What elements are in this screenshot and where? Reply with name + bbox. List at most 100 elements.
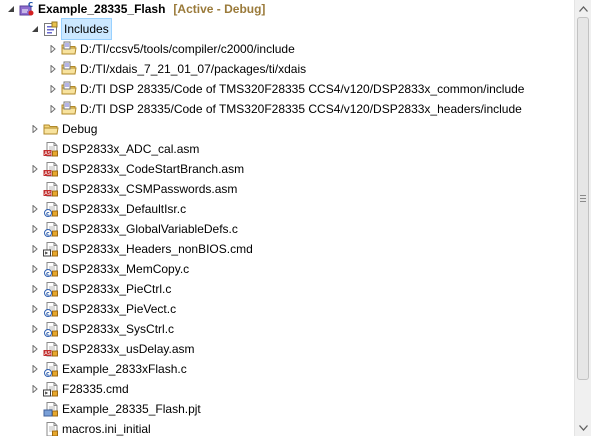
- include-path-label[interactable]: D:/TI DSP 28335/Code of TMS320F28335 CCS…: [80, 99, 522, 119]
- file-name[interactable]: DSP2833x_ADC_cal.asm: [62, 139, 199, 159]
- c-source-file-icon: c: [43, 361, 59, 377]
- file-name[interactable]: DSP2833x_DefaultIsr.c: [62, 199, 186, 219]
- svg-text:c: c: [46, 230, 50, 237]
- file-name[interactable]: Example_2833xFlash.c: [62, 359, 187, 379]
- ccs-project-icon: C: [19, 1, 35, 17]
- file-row[interactable]: c Example_2833xFlash.c: [30, 359, 187, 379]
- file-name[interactable]: Example_28335_Flash.pjt: [62, 399, 201, 419]
- file-row[interactable]: F28335.cmd: [30, 379, 129, 399]
- no-arrow-spacer: [30, 145, 39, 154]
- collapse-arrow-icon[interactable]: [30, 25, 39, 34]
- debug-folder-label[interactable]: Debug: [62, 119, 97, 139]
- expand-arrow-icon[interactable]: [30, 385, 39, 394]
- include-path-row[interactable]: D:/TI/ccsv5/tools/compiler/c2000/include: [48, 39, 295, 59]
- c-source-file-icon: c: [43, 281, 59, 297]
- linker-cmd-file-icon: [43, 241, 59, 257]
- include-path-row[interactable]: D:/TI DSP 28335/Code of TMS320F28335 CCS…: [48, 79, 524, 99]
- svg-text:c: c: [46, 290, 50, 297]
- include-path-label[interactable]: D:/TI DSP 28335/Code of TMS320F28335 CCS…: [80, 79, 524, 99]
- file-row[interactable]: AS DSP2833x_usDelay.asm: [30, 339, 195, 359]
- project-name[interactable]: Example_28335_Flash: [38, 0, 165, 19]
- asm-file-icon: AS: [43, 141, 59, 157]
- folder-icon: [43, 121, 59, 137]
- expand-arrow-icon[interactable]: [30, 225, 39, 234]
- asm-file-icon: AS: [43, 161, 59, 177]
- svg-text:AS: AS: [44, 351, 51, 357]
- scroll-up-arrow-icon[interactable]: [575, 0, 591, 17]
- include-folder-icon: [61, 101, 77, 117]
- file-name[interactable]: DSP2833x_CodeStartBranch.asm: [62, 159, 244, 179]
- svg-text:c: c: [46, 370, 50, 377]
- include-path-row[interactable]: D:/TI DSP 28335/Code of TMS320F28335 CCS…: [48, 99, 522, 119]
- include-folder-icon: [61, 81, 77, 97]
- svg-text:c: c: [46, 210, 50, 217]
- file-name[interactable]: F28335.cmd: [62, 379, 129, 399]
- expand-arrow-icon[interactable]: [30, 305, 39, 314]
- svg-text:c: c: [46, 270, 50, 277]
- expand-arrow-icon[interactable]: [30, 325, 39, 334]
- includes-row[interactable]: Includes: [31, 18, 112, 40]
- file-row[interactable]: AS DSP2833x_ADC_cal.asm: [30, 139, 199, 159]
- project-status: [Active - Debug]: [173, 2, 266, 16]
- scrollbar-thumb[interactable]: [577, 17, 589, 380]
- file-row[interactable]: macros.ini_initial: [30, 419, 151, 436]
- file-row[interactable]: AS DSP2833x_CSMPasswords.asm: [30, 179, 237, 199]
- file-name[interactable]: DSP2833x_usDelay.asm: [62, 339, 195, 359]
- include-folder-icon: [61, 61, 77, 77]
- expand-arrow-icon[interactable]: [30, 365, 39, 374]
- svg-text:c: c: [46, 310, 50, 317]
- file-row[interactable]: c DSP2833x_MemCopy.c: [30, 259, 189, 279]
- file-row[interactable]: c DSP2833x_SysCtrl.c: [30, 319, 174, 339]
- include-path-label[interactable]: D:/TI/xdais_7_21_01_07/packages/ti/xdais: [80, 59, 306, 79]
- project-file-icon: [43, 401, 59, 417]
- svg-text:c: c: [46, 330, 50, 337]
- file-name[interactable]: DSP2833x_PieVect.c: [62, 299, 176, 319]
- c-source-file-icon: c: [43, 321, 59, 337]
- expand-arrow-icon[interactable]: [30, 265, 39, 274]
- no-arrow-spacer: [30, 185, 39, 194]
- include-path-label[interactable]: D:/TI/ccsv5/tools/compiler/c2000/include: [80, 39, 295, 59]
- expand-arrow-icon[interactable]: [48, 45, 57, 54]
- file-row[interactable]: c DSP2833x_PieCtrl.c: [30, 279, 171, 299]
- text-file-icon: [43, 421, 59, 436]
- file-name[interactable]: DSP2833x_MemCopy.c: [62, 259, 189, 279]
- file-row[interactable]: AS DSP2833x_CodeStartBranch.asm: [30, 159, 244, 179]
- expand-arrow-icon[interactable]: [30, 165, 39, 174]
- grip-icon: [580, 195, 586, 202]
- file-name[interactable]: DSP2833x_PieCtrl.c: [62, 279, 171, 299]
- vertical-scrollbar[interactable]: [574, 0, 591, 436]
- expand-arrow-icon[interactable]: [30, 285, 39, 294]
- expand-arrow-icon[interactable]: [30, 345, 39, 354]
- file-name[interactable]: DSP2833x_GlobalVariableDefs.c: [62, 219, 238, 239]
- includes-label[interactable]: Includes: [61, 18, 112, 40]
- svg-text:C: C: [28, 1, 33, 9]
- file-name[interactable]: macros.ini_initial: [62, 419, 151, 436]
- expand-arrow-icon[interactable]: [48, 65, 57, 74]
- expand-arrow-icon[interactable]: [48, 85, 57, 94]
- file-row[interactable]: DSP2833x_Headers_nonBIOS.cmd: [30, 239, 253, 259]
- file-row[interactable]: Example_28335_Flash.pjt: [30, 399, 201, 419]
- file-row[interactable]: c DSP2833x_DefaultIsr.c: [30, 199, 186, 219]
- expand-arrow-icon[interactable]: [30, 125, 39, 134]
- expand-arrow-icon[interactable]: [48, 105, 57, 114]
- debug-folder-row[interactable]: Debug: [30, 119, 97, 139]
- expand-arrow-icon[interactable]: [30, 205, 39, 214]
- file-row[interactable]: c DSP2833x_PieVect.c: [30, 299, 176, 319]
- linker-cmd-file-icon: [43, 381, 59, 397]
- svg-text:AS: AS: [44, 151, 51, 157]
- file-name[interactable]: DSP2833x_SysCtrl.c: [62, 319, 174, 339]
- collapse-arrow-icon[interactable]: [6, 5, 15, 14]
- c-source-file-icon: c: [43, 221, 59, 237]
- expand-arrow-icon[interactable]: [30, 245, 39, 254]
- svg-text:AS: AS: [44, 191, 51, 197]
- project-root-row[interactable]: C Example_28335_Flash [Active - Debug]: [6, 0, 265, 19]
- c-source-file-icon: c: [43, 261, 59, 277]
- file-row[interactable]: c DSP2833x_GlobalVariableDefs.c: [30, 219, 238, 239]
- no-arrow-spacer: [30, 405, 39, 414]
- file-name[interactable]: DSP2833x_Headers_nonBIOS.cmd: [62, 239, 253, 259]
- c-source-file-icon: c: [43, 301, 59, 317]
- include-path-row[interactable]: D:/TI/xdais_7_21_01_07/packages/ti/xdais: [48, 59, 306, 79]
- include-folder-icon: [61, 41, 77, 57]
- file-name[interactable]: DSP2833x_CSMPasswords.asm: [62, 179, 237, 199]
- scroll-down-arrow-icon[interactable]: [575, 419, 591, 436]
